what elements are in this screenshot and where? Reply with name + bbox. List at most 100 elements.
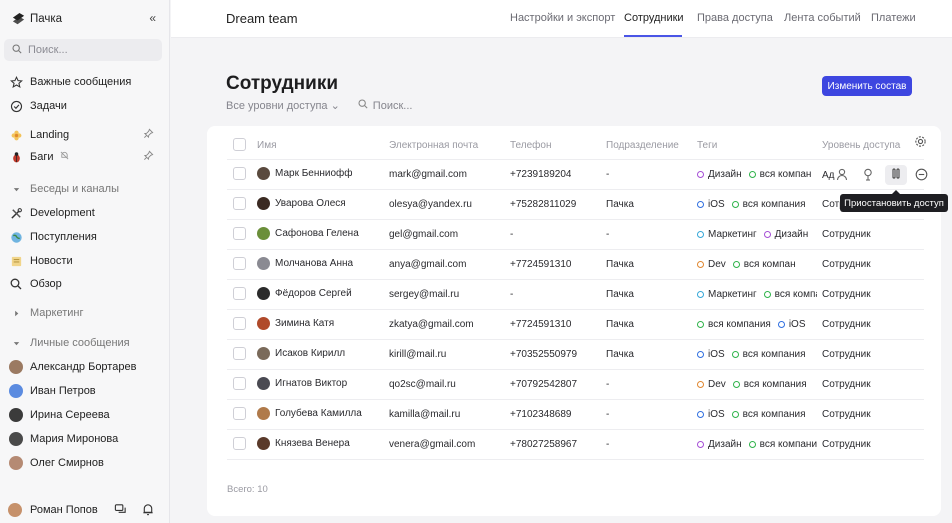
sidebar-item[interactable]: Иван Петров	[8, 381, 158, 401]
avatar	[257, 257, 270, 270]
row-divider	[227, 369, 924, 370]
tag[interactable]: Dev	[697, 379, 726, 390]
tag[interactable]: вся компа	[763, 289, 817, 300]
pause-access-button[interactable]	[885, 165, 907, 185]
tag[interactable]: вся компания	[731, 409, 806, 420]
tag[interactable]: вся компания	[748, 439, 817, 450]
tag[interactable]: Дизайн	[763, 229, 808, 240]
sidebar-item[interactable]: Мария Миронова	[8, 429, 158, 449]
employee-name[interactable]: Князева Венера	[257, 437, 350, 450]
current-user[interactable]: Роман Попов	[8, 500, 158, 520]
tag[interactable]: вся компан	[748, 169, 811, 180]
employee-email: mark@gmail.com	[389, 169, 467, 180]
tag[interactable]: iOS	[697, 199, 725, 210]
tab-access-rights[interactable]: Права доступа	[697, 12, 773, 24]
sidebar-search[interactable]: Поиск...	[4, 39, 162, 61]
row-checkbox[interactable]	[233, 167, 246, 180]
employee-name[interactable]: Сафонова Гелена	[257, 227, 359, 240]
sidebar-item[interactable]: Маркетинг	[8, 303, 158, 323]
row-checkbox[interactable]	[233, 287, 246, 300]
key-icon[interactable]	[862, 168, 874, 181]
user-icon[interactable]	[836, 168, 848, 181]
sidebar-item[interactable]: Ирина Сереева	[8, 405, 158, 425]
access-level-filter[interactable]: Все уровни доступа ⌄	[226, 99, 340, 112]
row-checkbox[interactable]	[233, 197, 246, 210]
sidebar-item[interactable]: Баги	[8, 147, 158, 167]
pin-icon[interactable]	[143, 128, 154, 142]
sidebar-item[interactable]: Беседы и каналы	[8, 179, 158, 199]
sidebar-item[interactable]: Важные сообщения	[8, 72, 158, 92]
avatar	[8, 408, 24, 422]
employee-access-level[interactable]: Сотрудник	[822, 289, 871, 300]
tag[interactable]: iOS	[777, 319, 806, 330]
avatar	[8, 503, 22, 517]
employee-access-level[interactable]: Сотрудник	[822, 259, 871, 270]
employee-access-level[interactable]: Сотрудник	[822, 319, 871, 330]
employee-access-level[interactable]: Сотрудник	[822, 409, 871, 420]
sidebar-item-label: Обзор	[30, 278, 62, 290]
employee-name[interactable]: Исаков Кирилл	[257, 347, 345, 360]
employee-name[interactable]: Зимина Катя	[257, 317, 334, 330]
sidebar-item[interactable]: Обзор	[8, 274, 158, 294]
tag[interactable]: iOS	[697, 349, 725, 360]
tag[interactable]: вся компания	[731, 349, 806, 360]
employee-name[interactable]: Молчанова Анна	[257, 257, 353, 270]
row-checkbox[interactable]	[233, 377, 246, 390]
tag[interactable]: iOS	[697, 409, 725, 420]
sidebar: Пачка « Поиск... Важные сообщения Задачи L…	[0, 0, 170, 523]
employees-search[interactable]: Поиск...	[358, 99, 412, 112]
pin-icon[interactable]	[143, 150, 154, 164]
sidebar-item[interactable]: Новости	[8, 251, 158, 271]
chevron-down-icon: ⌄	[330, 100, 340, 112]
employee-access-level[interactable]: Сотрудник	[822, 439, 871, 450]
sidebar-item[interactable]: Олег Смирнов	[8, 453, 158, 473]
column-header[interactable]: Имя	[257, 140, 276, 151]
employee-name[interactable]: Фёдоров Сергей	[257, 287, 352, 300]
row-checkbox[interactable]	[233, 407, 246, 420]
tag[interactable]: Маркетинг	[697, 289, 757, 300]
employee-access-level[interactable]: Сотрудник	[822, 349, 871, 360]
tag[interactable]: Маркетинг	[697, 229, 757, 240]
sidebar-item[interactable]: Личные сообщения	[8, 333, 158, 353]
avatar	[257, 317, 270, 330]
row-checkbox[interactable]	[233, 257, 246, 270]
employee-access-level[interactable]: Сотрудник	[822, 229, 871, 240]
tab-payments[interactable]: Платежи	[871, 12, 916, 24]
sidebar-item[interactable]: Поступления	[8, 227, 158, 247]
remove-icon[interactable]	[915, 168, 928, 181]
tag[interactable]: вся компания	[697, 319, 771, 330]
gear-icon[interactable]	[914, 135, 927, 151]
tag-dot	[697, 411, 704, 418]
tag[interactable]: Дизайн	[697, 169, 742, 180]
sidebar-item[interactable]: Задачи	[8, 96, 158, 116]
edit-team-button[interactable]: Изменить состав	[822, 76, 912, 96]
avatar	[8, 384, 24, 398]
row-checkbox[interactable]	[233, 317, 246, 330]
row-checkbox[interactable]	[233, 227, 246, 240]
employee-name[interactable]: Марк Беннио​фф	[257, 167, 353, 180]
tag-dot	[732, 261, 740, 268]
sidebar-item[interactable]: Landing	[8, 125, 158, 145]
collapse-sidebar-icon[interactable]: «	[149, 11, 156, 25]
employee-name[interactable]: Голубева Камилла	[257, 407, 362, 420]
row-checkbox[interactable]	[233, 347, 246, 360]
select-all-checkbox[interactable]	[233, 138, 246, 151]
employee-name[interactable]: Уварова Олеся	[257, 197, 346, 210]
tag[interactable]: Dev	[697, 259, 726, 270]
tag[interactable]: вся компан	[732, 259, 796, 270]
bell-icon[interactable]	[142, 503, 154, 519]
tab-event-feed[interactable]: Лента событий	[784, 12, 861, 24]
employee-access-level[interactable]: Сотрудник	[822, 379, 871, 390]
tag[interactable]: вся компания	[731, 199, 806, 210]
employee-dept: Пачка	[606, 199, 634, 210]
sidebar-item[interactable]: Александр Бортарев	[8, 357, 158, 377]
row-checkbox[interactable]	[233, 437, 246, 450]
tag[interactable]: вся компания	[732, 379, 807, 390]
employee-name[interactable]: Игнатов Виктор	[257, 377, 347, 390]
tag[interactable]: Дизайн	[697, 439, 742, 450]
sidebar-item[interactable]: Development	[8, 203, 158, 223]
tab-settings-export[interactable]: Настройки и экспорт	[510, 12, 615, 24]
row-divider	[227, 219, 924, 220]
tab-employees[interactable]: Сотрудники	[624, 12, 684, 24]
chat-icon[interactable]	[114, 503, 127, 519]
